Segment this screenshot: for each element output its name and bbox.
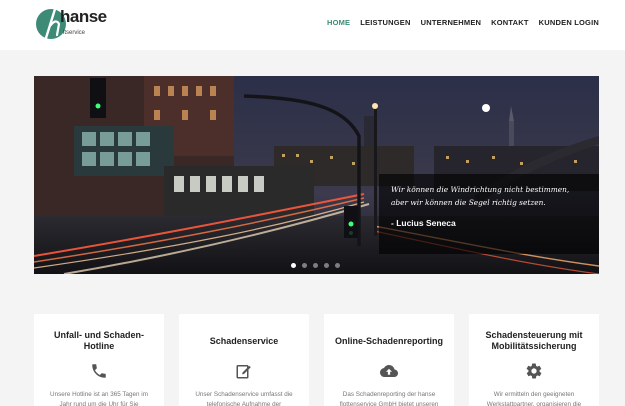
quote-author: - Lucius Seneca bbox=[391, 218, 456, 228]
card-schadenservice[interactable]: Schadenservice Unser Schadenservice umfa… bbox=[179, 314, 309, 406]
hero-slider[interactable]: Wir können die Windrichtung nicht bestim… bbox=[34, 76, 599, 274]
quote-box: Wir können die Windrichtung nicht bestim… bbox=[379, 174, 599, 254]
quote-line-1: Wir können die Windrichtung nicht bestim… bbox=[391, 185, 570, 194]
slider-dots bbox=[291, 263, 340, 268]
nav-kunden-login[interactable]: KUNDEN LOGIN bbox=[539, 18, 599, 27]
slider-dot-3[interactable] bbox=[313, 263, 318, 268]
card-text: Wir ermitteln den geeigneten Werkstattpa… bbox=[486, 391, 582, 406]
nav-leistungen[interactable]: LEISTUNGEN bbox=[360, 18, 410, 27]
slider-dot-5[interactable] bbox=[335, 263, 340, 268]
edit-icon bbox=[236, 365, 251, 379]
nav-home[interactable]: HOME bbox=[327, 18, 350, 27]
phone-icon bbox=[92, 364, 106, 378]
logo-text: hanse bbox=[60, 7, 107, 26]
card-title: Schadenservice bbox=[209, 335, 279, 346]
site-header: hanse ltservice HOME LEISTUNGEN UNTERNEH… bbox=[0, 0, 625, 50]
logo[interactable]: hanse ltservice bbox=[36, 5, 107, 43]
card-text: Das Schadenreporting der hanse flottense… bbox=[339, 391, 439, 406]
card-title: Online-Schadenreporting bbox=[334, 335, 443, 346]
card-schadenreporting[interactable]: Online-Schadenreporting Das Schadenrepor… bbox=[324, 314, 454, 406]
quote-line-2: aber wir können die Segel richtig setzen… bbox=[391, 197, 546, 207]
service-cards: Unfall- und Schaden-Hotline Unsere Hotli… bbox=[34, 314, 599, 406]
cloud-upload-icon bbox=[380, 365, 398, 377]
card-schadensteuerung[interactable]: Schadensteuerung mit Mobilitätssicherung… bbox=[469, 314, 599, 406]
slider-dot-2[interactable] bbox=[302, 263, 307, 268]
card-title: Unfall- und Schaden-Hotline bbox=[54, 330, 144, 351]
nav-kontakt[interactable]: KONTAKT bbox=[491, 18, 529, 27]
card-title: Schadensteuerung mit Mobilitätssicherung bbox=[485, 330, 583, 351]
card-hotline[interactable]: Unfall- und Schaden-Hotline Unsere Hotli… bbox=[34, 314, 164, 406]
slider-dot-4[interactable] bbox=[324, 263, 329, 268]
main-nav: HOME LEISTUNGEN UNTERNEHMEN KONTAKT KUND… bbox=[327, 18, 599, 27]
logo-subtext: ltservice bbox=[63, 30, 86, 36]
slider-dot-1[interactable] bbox=[291, 263, 296, 268]
card-text: Unsere Hotline ist an 365 Tagen im Jahr … bbox=[50, 391, 148, 406]
nav-unternehmen[interactable]: UNTERNEHMEN bbox=[421, 18, 482, 27]
gear-icon bbox=[526, 363, 542, 379]
card-text: Unser Schadenservice umfasst die telefon… bbox=[195, 391, 293, 406]
